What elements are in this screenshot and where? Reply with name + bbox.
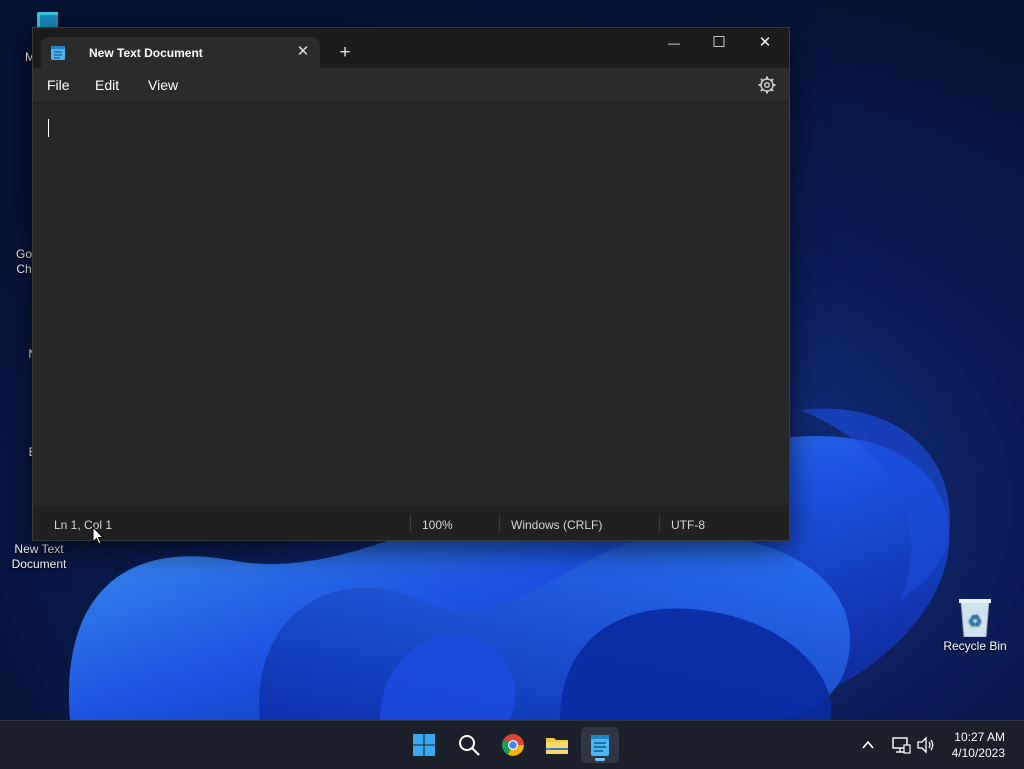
taskbar-clock[interactable]: 10:27 AM 4/10/2023 (952, 729, 1005, 761)
text-editor-area[interactable] (33, 102, 789, 506)
chevron-up-icon[interactable] (860, 737, 876, 753)
chrome-icon (502, 734, 524, 756)
taskbar-chrome[interactable] (494, 727, 532, 763)
status-bar: Ln 1, Col 1 100% Windows (CRLF) UTF-8 (33, 505, 789, 540)
tab-close-icon[interactable]: ✕ (293, 42, 313, 62)
desktop-icon-label: New Text Document (11, 542, 67, 571)
notepad-window[interactable]: New Text Document ✕ + — ☐ ✕ File Edit Vi… (32, 27, 790, 541)
svg-text:♻: ♻ (968, 613, 982, 630)
recycle-bin-icon: ♻ (956, 597, 994, 638)
tab-new-text-document[interactable]: New Text Document ✕ (41, 37, 320, 68)
status-divider (659, 515, 660, 532)
active-app-indicator (595, 758, 605, 761)
encoding[interactable]: UTF-8 (671, 518, 705, 532)
mouse-pointer-icon (92, 526, 104, 545)
desktop-icon-recycle-bin[interactable]: ♻ Recycle Bin (937, 597, 1013, 654)
taskbar-file-explorer[interactable] (538, 727, 576, 763)
status-divider (499, 515, 500, 532)
search-button[interactable] (450, 727, 488, 763)
menu-edit[interactable]: Edit (95, 77, 119, 93)
folder-icon (546, 738, 568, 754)
close-button[interactable]: ✕ (742, 28, 788, 58)
desktop-icon-label: Recycle Bin (943, 639, 1007, 653)
clock-time: 10:27 AM (954, 730, 1005, 744)
title-bar[interactable]: New Text Document ✕ + — ☐ ✕ (33, 28, 789, 68)
minimize-button[interactable]: — (651, 28, 697, 58)
menu-view[interactable]: View (148, 77, 178, 93)
status-divider (410, 515, 411, 532)
text-caret (48, 119, 49, 137)
gear-icon[interactable] (757, 75, 777, 95)
search-icon (459, 735, 480, 756)
notepad-icon (51, 46, 65, 60)
clock-date: 4/10/2023 (951, 746, 1005, 760)
line-ending[interactable]: Windows (CRLF) (511, 518, 602, 532)
menu-bar: File Edit View (33, 68, 789, 102)
menu-file[interactable]: File (47, 77, 70, 93)
taskbar-notepad[interactable] (581, 727, 619, 763)
taskbar: 10:27 AM 4/10/2023 (0, 720, 1024, 769)
notepad-icon (591, 735, 609, 756)
maximize-button[interactable]: ☐ (696, 28, 742, 58)
windows-logo-icon (413, 734, 435, 756)
volume-icon[interactable] (916, 735, 936, 755)
network-icon[interactable] (891, 735, 911, 755)
zoom-level[interactable]: 100% (422, 518, 453, 532)
start-button[interactable] (405, 727, 443, 763)
tab-title: New Text Document (89, 46, 203, 60)
new-tab-button[interactable]: + (333, 41, 357, 65)
